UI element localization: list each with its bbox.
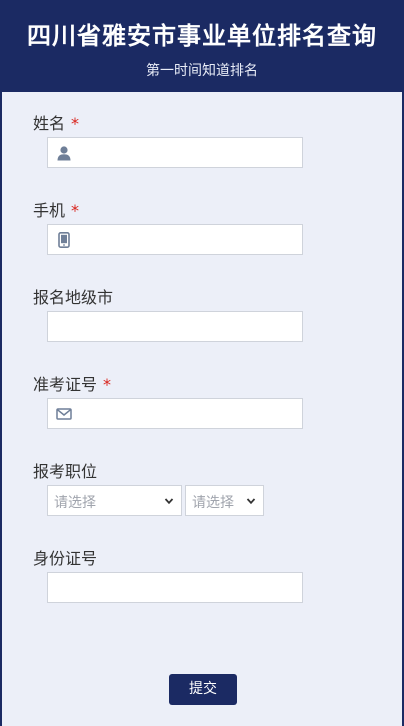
phone-label: 手机 * (33, 197, 79, 221)
chevron-down-icon (246, 498, 256, 505)
position-label: 报考职位 (33, 458, 97, 482)
phone-label-text: 手机 (33, 201, 66, 220)
city-label: 报名地级市 (33, 284, 113, 308)
id-number-field[interactable] (47, 572, 303, 604)
exam-id-required-mark: * (103, 375, 112, 394)
phone-required-mark: * (71, 201, 80, 220)
exam-id-label-text: 准考证号 (33, 375, 98, 394)
chevron-down-icon (164, 498, 174, 505)
id-number-label-text: 身份证号 (33, 549, 98, 568)
phone-field[interactable] (47, 224, 304, 256)
phone-icon (58, 232, 70, 248)
page-header: 四川省雅安市事业单位排名查询 第一时间知道排名 (2, 0, 402, 92)
position-label-text: 报考职位 (33, 462, 98, 481)
name-required-mark: * (71, 114, 80, 133)
id-number-input[interactable] (56, 573, 300, 604)
id-number-label: 身份证号 (33, 545, 97, 569)
position-select-2-value: 请选择 (192, 495, 234, 511)
position-select-1-value: 请选择 (54, 495, 96, 511)
submit-button[interactable]: 提交 (169, 674, 237, 705)
envelope-icon (56, 408, 72, 420)
exam-id-input[interactable] (80, 399, 304, 430)
form-page: 四川省雅安市事业单位排名查询 第一时间知道排名 姓名 * 手机 * 报名地级市 准考… (0, 0, 404, 726)
city-field[interactable] (47, 311, 303, 343)
name-field[interactable] (47, 137, 304, 169)
exam-id-field[interactable] (47, 398, 304, 430)
page-title: 四川省雅安市事业单位排名查询 (27, 22, 377, 50)
phone-input[interactable] (80, 225, 304, 256)
exam-id-label: 准考证号 * (33, 371, 111, 395)
name-input[interactable] (80, 138, 304, 169)
page-subtitle: 第一时间知道排名 (146, 63, 258, 79)
name-label: 姓名 * (33, 110, 79, 134)
name-label-text: 姓名 (33, 114, 66, 133)
position-select-1[interactable]: 请选择 (47, 485, 182, 516)
city-label-text: 报名地级市 (33, 288, 114, 307)
city-input[interactable] (56, 312, 300, 343)
user-icon (57, 146, 71, 161)
position-select-2[interactable]: 请选择 (185, 485, 264, 516)
